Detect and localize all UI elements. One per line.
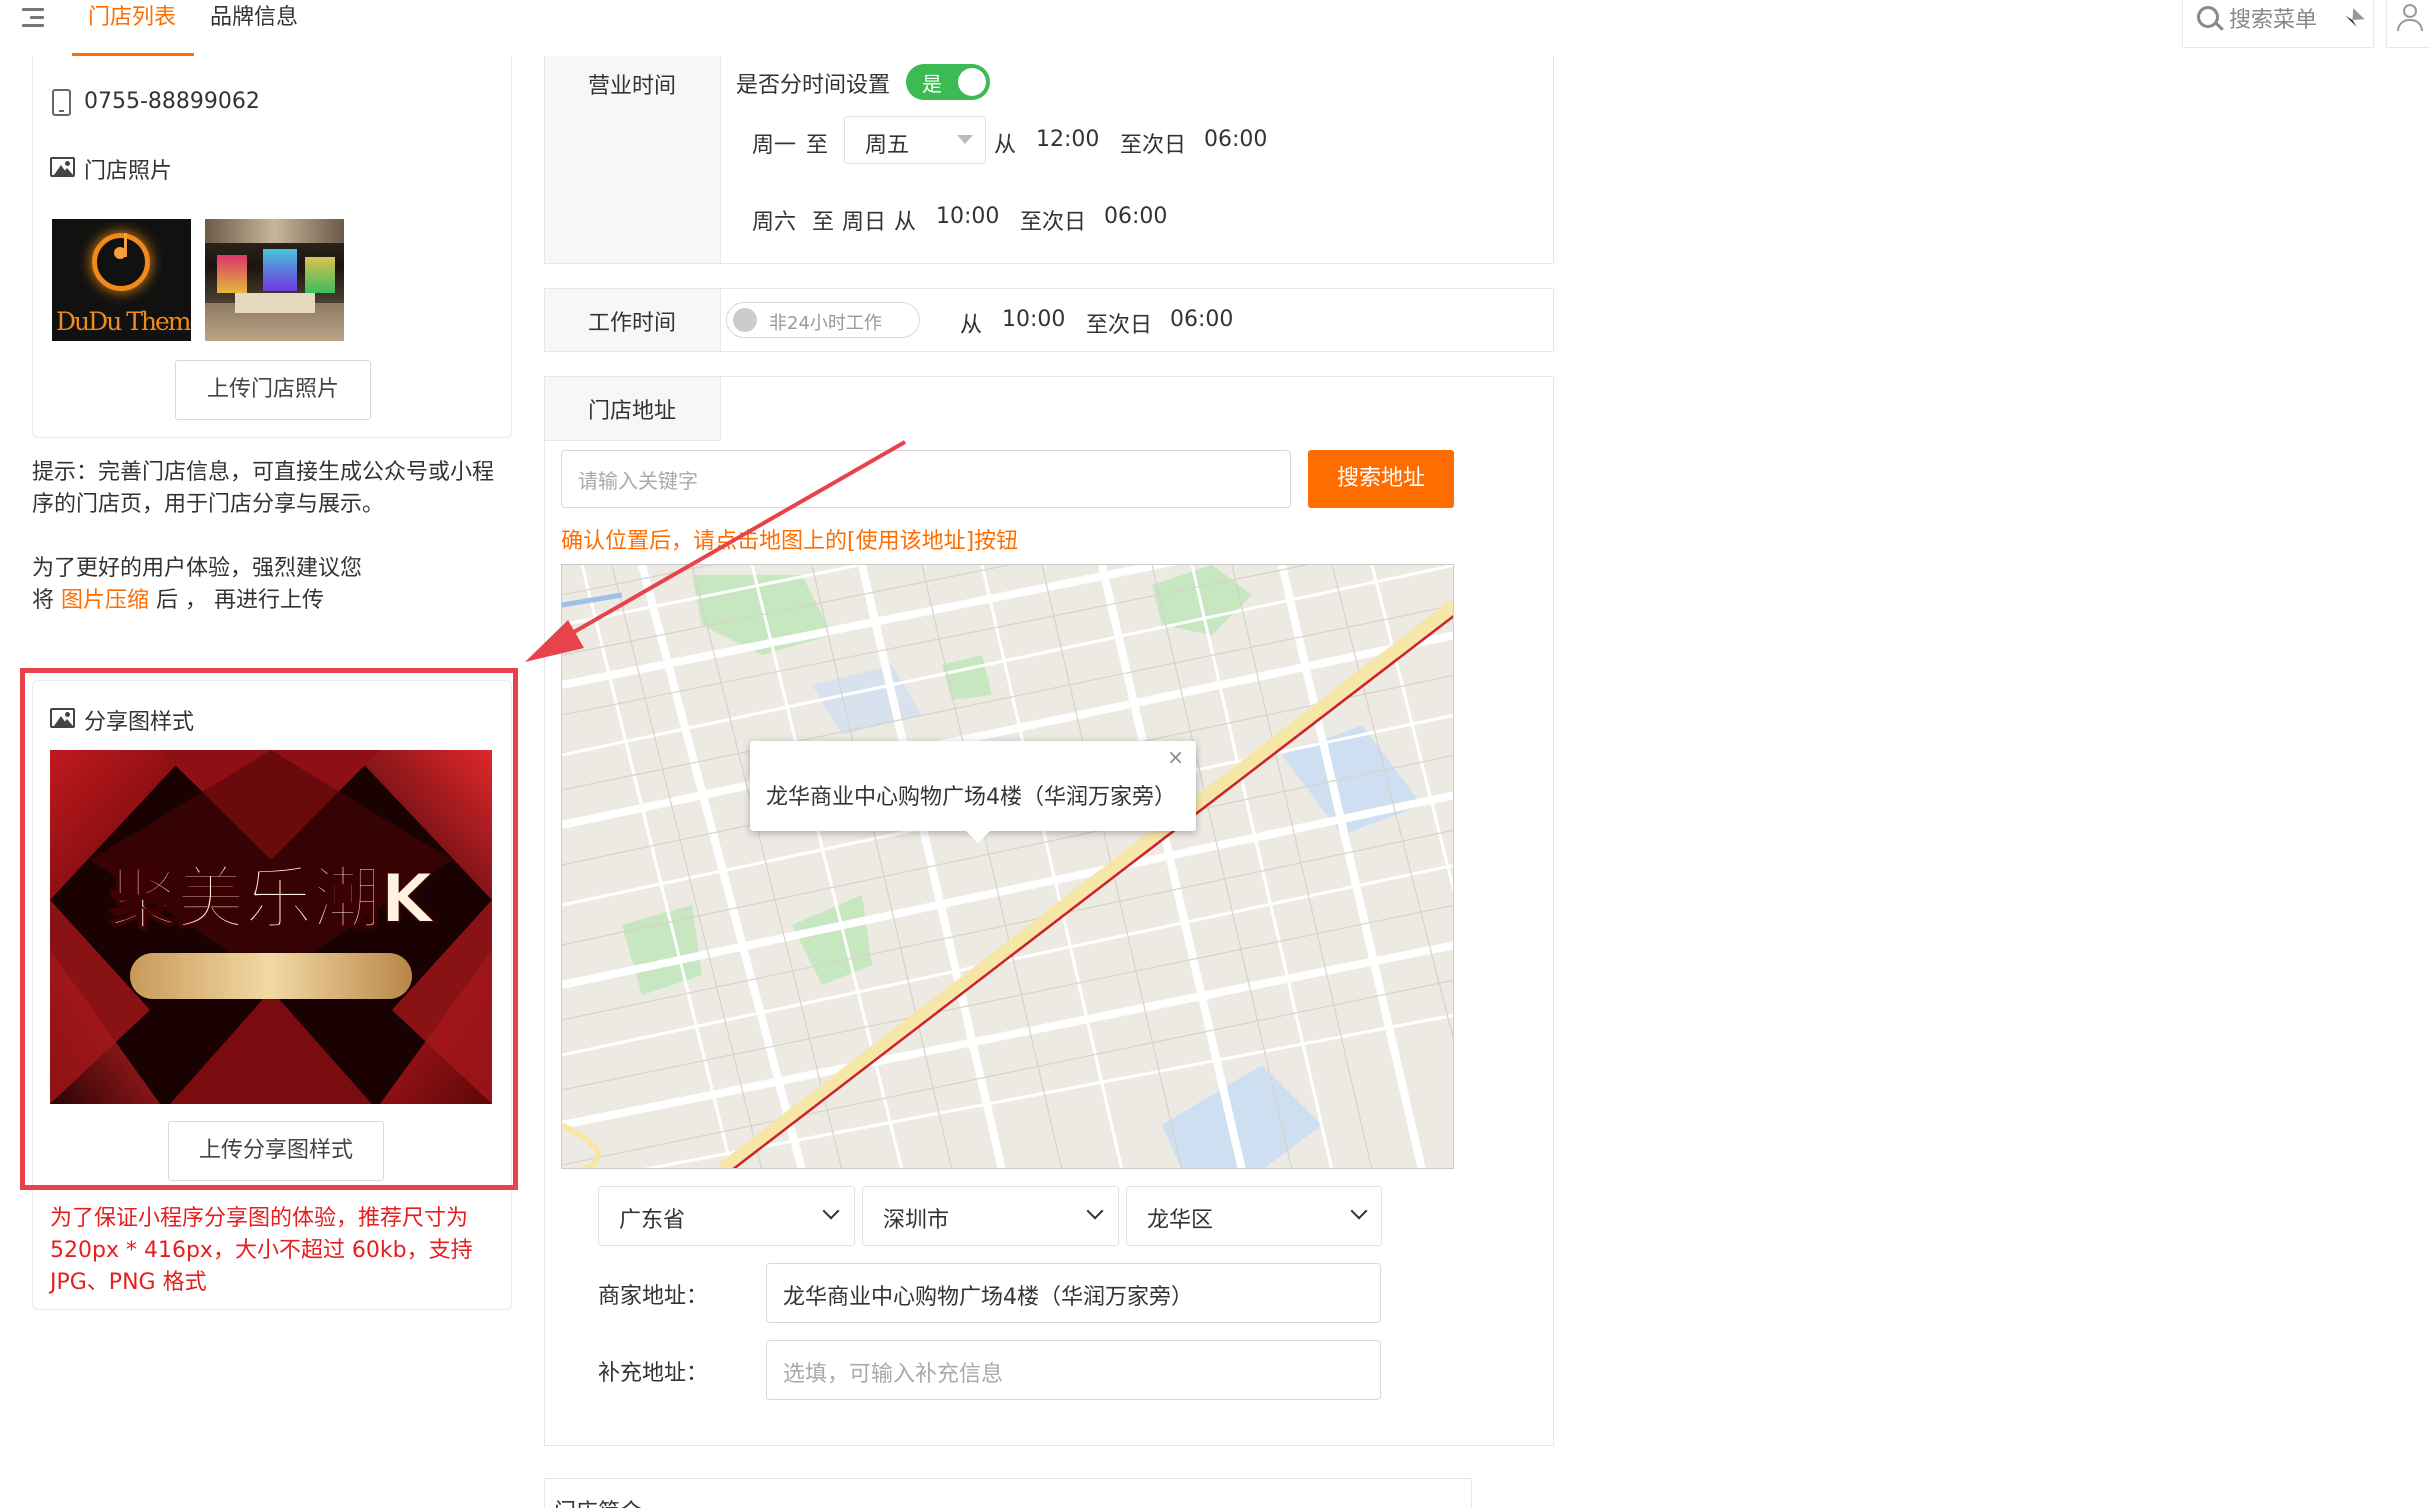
store-intro-section: [544, 1478, 1472, 1508]
extra-address-label: 补充地址：: [598, 1361, 709, 1386]
merchant-address-label: 商家地址：: [598, 1284, 709, 1309]
store-intro-label: 门店简介: [554, 1494, 642, 1508]
city-select[interactable]: 深圳市: [862, 1186, 1119, 1246]
chevron-down-icon: [1086, 1202, 1104, 1220]
extra-address-input[interactable]: 选填，可输入补充信息: [766, 1340, 1381, 1400]
page-root: 门店列表 品牌信息 搜索菜单 0755-88899062 门店照片 DuDu T…: [0, 0, 2430, 1508]
chevron-down-icon: [1350, 1202, 1368, 1220]
chevron-down-icon: [822, 1202, 840, 1220]
district-select[interactable]: 龙华区: [1126, 1186, 1382, 1246]
merchant-address-input[interactable]: 龙华商业中心购物广场4楼（华润万家旁）: [766, 1263, 1381, 1323]
province-select[interactable]: 广东省: [598, 1186, 855, 1246]
